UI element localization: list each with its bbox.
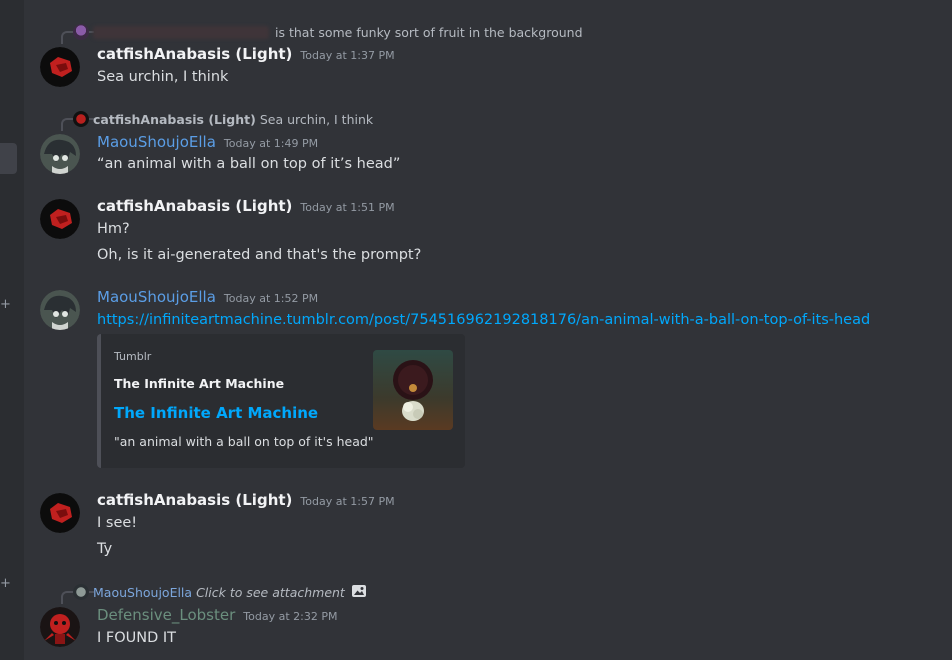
username[interactable]: Defensive_Lobster <box>97 606 235 624</box>
avatar[interactable] <box>40 493 80 533</box>
message-text: “an animal with a ball on top of it’s he… <box>97 156 401 172</box>
username[interactable]: MaouShoujoElla <box>97 288 216 306</box>
reply-author[interactable]: catfishAnabasis (Light) <box>93 112 256 127</box>
username[interactable]: catfishAnabasis (Light) <box>97 491 292 509</box>
reply-preview[interactable]: is that some funky sort of fruit in the … <box>73 23 583 41</box>
add-icon[interactable]: + <box>0 577 11 590</box>
message-header: catfishAnabasis (Light) Today at 1:37 PM <box>97 45 395 67</box>
timestamp: Today at 1:52 PM <box>223 292 319 305</box>
image-icon <box>351 583 367 602</box>
embed-title[interactable]: The Infinite Art Machine <box>114 404 318 422</box>
reply-avatar <box>73 584 89 600</box>
message-text: Oh, is it ai-generated and that's the pr… <box>97 247 422 263</box>
message-text: Hm? <box>97 221 130 237</box>
embed-author[interactable]: The Infinite Art Machine <box>114 376 284 391</box>
username[interactable]: MaouShoujoElla <box>97 133 216 151</box>
message-text: Ty <box>97 541 113 557</box>
message-header: catfishAnabasis (Light) Today at 1:57 PM <box>97 491 395 513</box>
message-text: I see! <box>97 515 138 531</box>
link-embed: Tumblr The Infinite Art Machine The Infi… <box>97 334 465 468</box>
username[interactable]: catfishAnabasis (Light) <box>97 45 292 63</box>
message-text: Sea urchin, I think <box>97 69 229 85</box>
embed-thumbnail[interactable] <box>373 350 453 430</box>
username[interactable]: catfishAnabasis (Light) <box>97 197 292 215</box>
avatar[interactable] <box>40 607 80 647</box>
message-link[interactable]: https://infiniteartmachine.tumblr.com/po… <box>97 310 870 330</box>
avatar[interactable] <box>40 199 80 239</box>
reply-text[interactable]: Click to see attachment <box>196 585 345 600</box>
message-header: catfishAnabasis (Light) Today at 1:51 PM <box>97 197 395 219</box>
avatar[interactable] <box>40 47 80 87</box>
hidden-reply-author <box>93 25 269 39</box>
timestamp: Today at 2:32 PM <box>243 610 338 623</box>
embed-description: "an animal with a ball on top of it's he… <box>114 434 374 449</box>
reply-author[interactable]: MaouShoujoElla <box>93 585 192 600</box>
selected-channel-indicator[interactable] <box>0 143 17 174</box>
server-sidebar-edge: + + <box>0 0 24 660</box>
reply-preview[interactable]: MaouShoujoElla Click to see attachment <box>73 583 367 601</box>
add-icon[interactable]: + <box>0 298 11 311</box>
avatar[interactable] <box>40 290 80 330</box>
timestamp: Today at 1:49 PM <box>223 137 319 150</box>
message-header: Defensive_Lobster Today at 2:32 PM <box>97 606 337 628</box>
reply-avatar <box>73 24 89 40</box>
reply-text: is that some funky sort of fruit in the … <box>275 24 583 40</box>
reply-avatar <box>73 111 89 127</box>
avatar[interactable] <box>40 134 80 174</box>
message-text: I FOUND IT <box>97 630 177 646</box>
timestamp: Today at 1:51 PM <box>300 201 395 214</box>
message-header: MaouShoujoElla Today at 1:52 PM <box>97 288 318 310</box>
embed-provider[interactable]: Tumblr <box>114 350 151 363</box>
reply-preview[interactable]: catfishAnabasis (Light) Sea urchin, I th… <box>73 110 373 128</box>
message-header: MaouShoujoElla Today at 1:49 PM <box>97 133 318 155</box>
reply-text: Sea urchin, I think <box>259 111 374 127</box>
timestamp: Today at 1:57 PM <box>300 495 395 508</box>
timestamp: Today at 1:37 PM <box>300 49 395 62</box>
